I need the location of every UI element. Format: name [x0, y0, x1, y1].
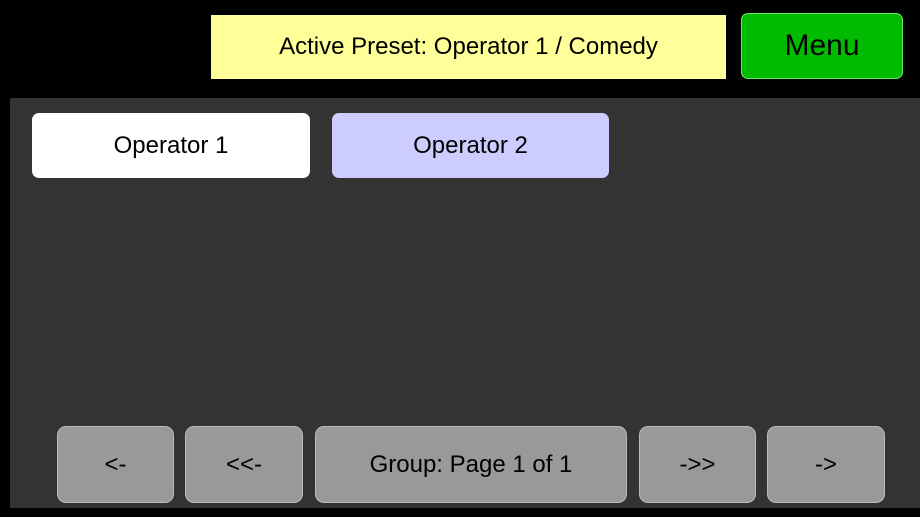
previous-button[interactable]: <-: [57, 426, 174, 503]
previous-group-button[interactable]: <<-: [185, 426, 303, 503]
active-preset-banner: Active Preset: Operator 1 / Comedy: [211, 15, 726, 79]
group-page-button[interactable]: Group: Page 1 of 1: [315, 426, 627, 503]
operator-2-button[interactable]: Operator 2: [332, 113, 609, 178]
next-group-button[interactable]: ->>: [639, 426, 756, 503]
operator-1-button[interactable]: Operator 1: [32, 113, 310, 178]
menu-button[interactable]: Menu: [741, 13, 903, 79]
top-bar: Active Preset: Operator 1 / Comedy Menu: [0, 0, 920, 98]
operator-panel: Operator 1 Operator 2 <- <<- Group: Page…: [10, 98, 920, 508]
next-button[interactable]: ->: [767, 426, 885, 503]
